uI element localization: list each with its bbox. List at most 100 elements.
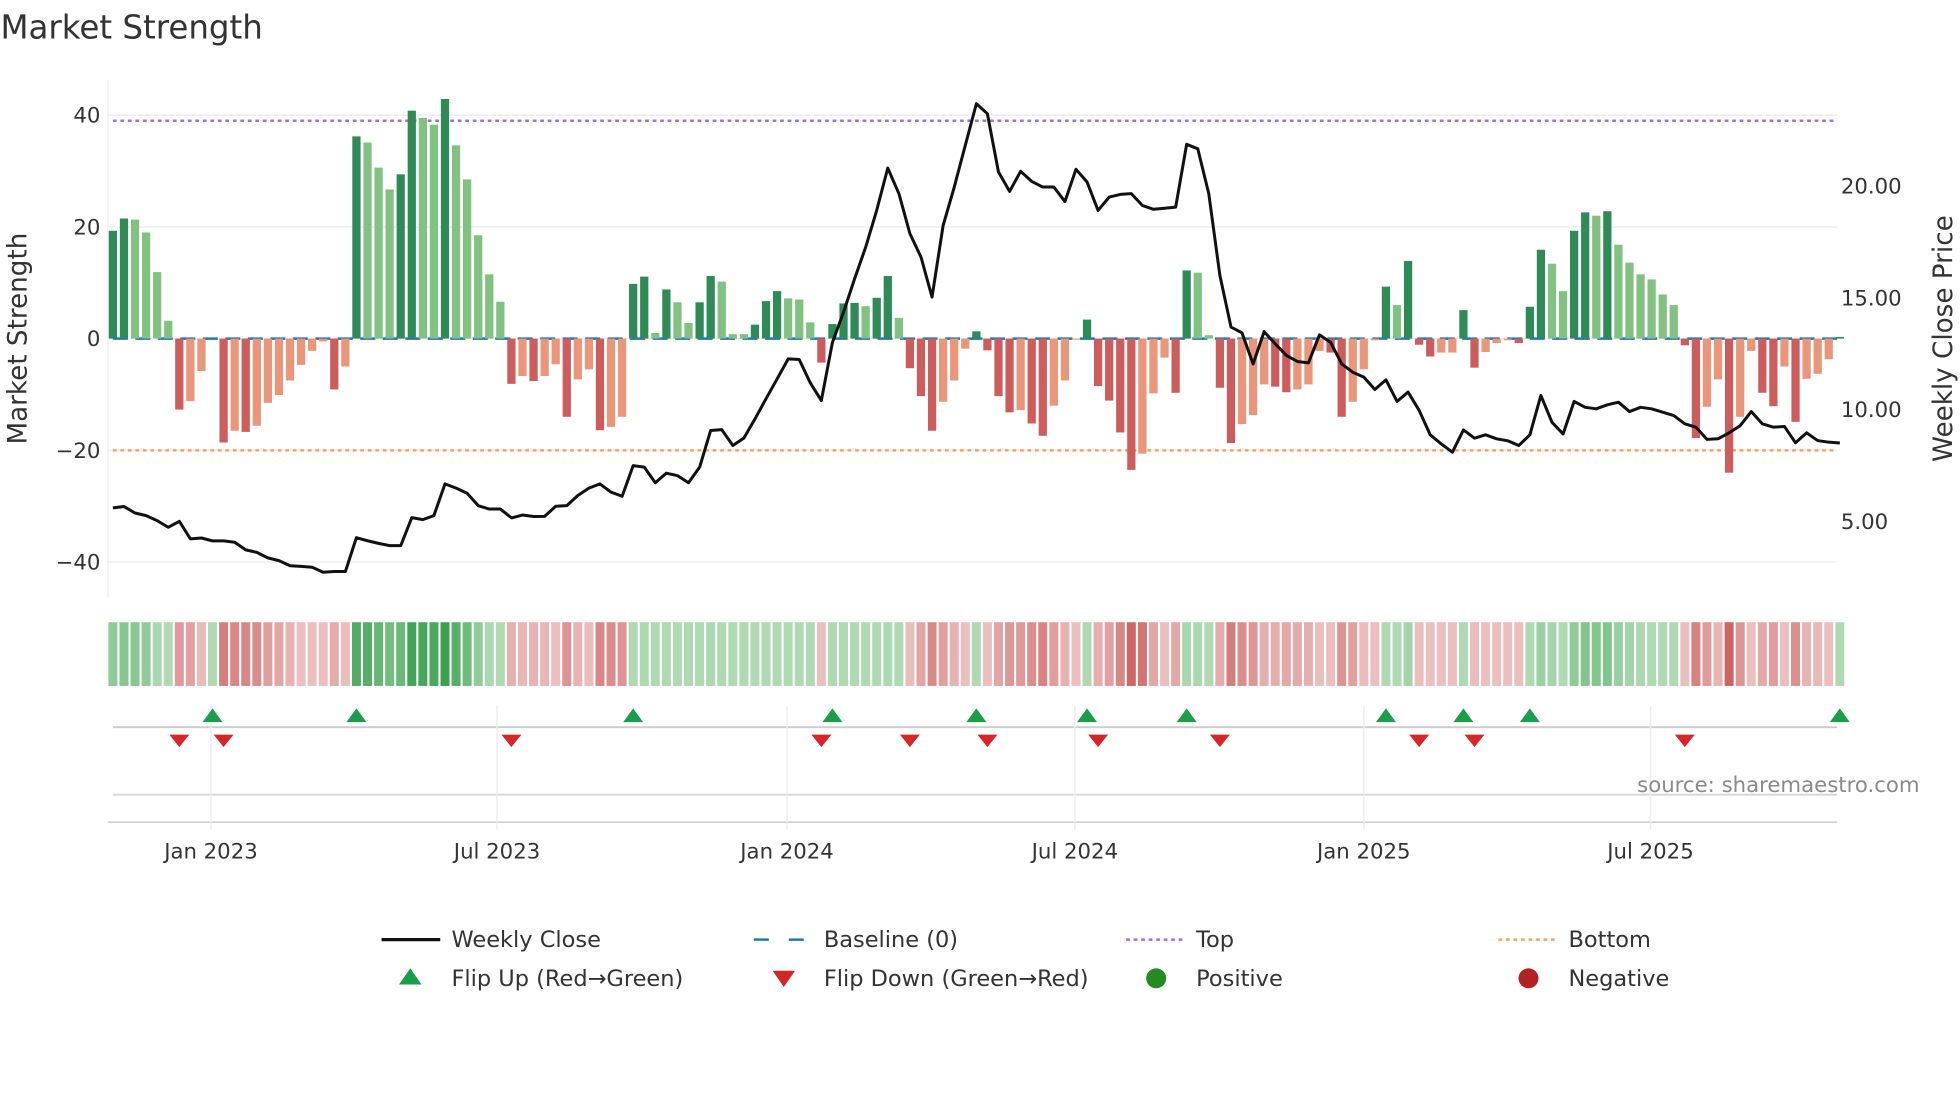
heat-cell [1027,622,1037,686]
strength-bar [1503,338,1512,341]
strength-bar [1459,310,1468,339]
heat-cell [1005,622,1015,686]
strength-bar [396,174,405,339]
strength-bar [496,301,505,339]
heat-cell [1193,622,1203,686]
strength-bar [1680,338,1689,346]
heat-cell [141,622,151,686]
flip-down-marker [811,734,832,748]
legend-label: Baseline (0) [824,927,958,953]
strength-bar [1038,338,1047,436]
strength-bar [551,338,560,365]
heat-cell [1381,622,1391,686]
heat-cell [573,622,583,686]
flip-down-marker [1464,734,1485,748]
strength-bar [241,338,250,432]
left-tick-label: −40 [56,551,101,576]
strength-bar [1359,338,1368,370]
strength-bar [994,338,1003,397]
heat-cell [1182,622,1192,686]
heat-cell [1746,622,1756,686]
heat-cell [717,622,727,686]
strength-bar [916,338,926,397]
strength-bar [164,320,173,339]
heat-cell [363,622,373,686]
heat-cell [1547,622,1557,686]
strength-bar [1260,338,1269,385]
heat-cell [1204,622,1214,686]
strength-bar [950,338,959,381]
heat-cell [407,622,417,686]
right-tick-label: 15.00 [1841,286,1902,311]
heat-cell [639,622,649,686]
strength-bar [529,338,538,382]
heat-cell [1425,622,1435,686]
heat-cell [1016,622,1026,686]
strength-bar [1193,272,1202,339]
market-strength-chart: Market Strength 40 20 0 −20 −40 20.00 15.00 10.… [0,9,1959,992]
strength-bar [352,136,361,339]
strength-bar [1215,338,1225,388]
heat-cell [1248,622,1258,686]
strength-bar [651,333,660,339]
heat-cell [1326,622,1336,686]
positive-circle-icon [1146,968,1167,989]
strength-bar [1370,338,1379,341]
strength-bar [1592,215,1601,339]
strength-bar [1691,338,1701,439]
legend-label: Positive [1196,966,1283,992]
strength-bar [1426,338,1435,357]
right-tick-label: 10.00 [1841,398,1902,423]
heat-cell [285,622,295,686]
heat-cell [927,622,937,686]
heat-cell [1658,622,1668,686]
x-tick-label: Jan 2025 [1315,839,1411,864]
strength-bar [1116,338,1125,433]
x-tick-label: Jul 2024 [1030,839,1118,864]
strength-bar [1282,338,1291,393]
strength-bar [1204,335,1213,339]
heat-cell [385,622,395,686]
strength-bar [1127,338,1136,470]
strength-bar [1581,212,1590,339]
strength-bar [141,232,151,339]
heat-cell [661,622,671,686]
heat-cell [396,622,406,686]
heat-cell [1735,622,1745,686]
heat-cell [584,622,594,686]
heat-cell [1049,622,1059,686]
strength-bar [673,302,682,339]
strength-bar [1780,338,1789,367]
strength-bar [1403,260,1413,339]
heat-cell [872,622,882,686]
heat-cell [1791,622,1801,686]
source-credit: source: sharemaestro.com [1637,773,1919,798]
heat-cell [993,622,1003,686]
heat-cell [606,622,616,686]
strength-bar [695,302,704,339]
heat-cell [263,622,273,686]
strength-bar [1636,274,1645,339]
strength-bar [1547,263,1557,339]
heat-cell [1392,622,1402,686]
heat-cell [340,622,350,686]
heat-cell [839,622,849,686]
heat-cell [949,622,959,686]
strength-bar [1614,244,1623,339]
heat-cell [1148,622,1158,686]
strength-bar [1824,338,1833,360]
heat-cell [1281,622,1291,686]
strength-bar [1437,338,1446,353]
strength-bar [341,338,350,367]
strength-bar [1005,338,1014,413]
strength-bar [562,338,571,417]
heat-cell [783,622,793,686]
strength-bar [640,276,649,339]
strength-bar [1702,338,1712,407]
heat-cell [1636,622,1646,686]
strength-bar [1182,270,1191,339]
negative-circle-icon [1518,968,1539,989]
heat-cell [1503,622,1513,686]
heat-cell [318,622,328,686]
strength-bar [1171,338,1180,393]
